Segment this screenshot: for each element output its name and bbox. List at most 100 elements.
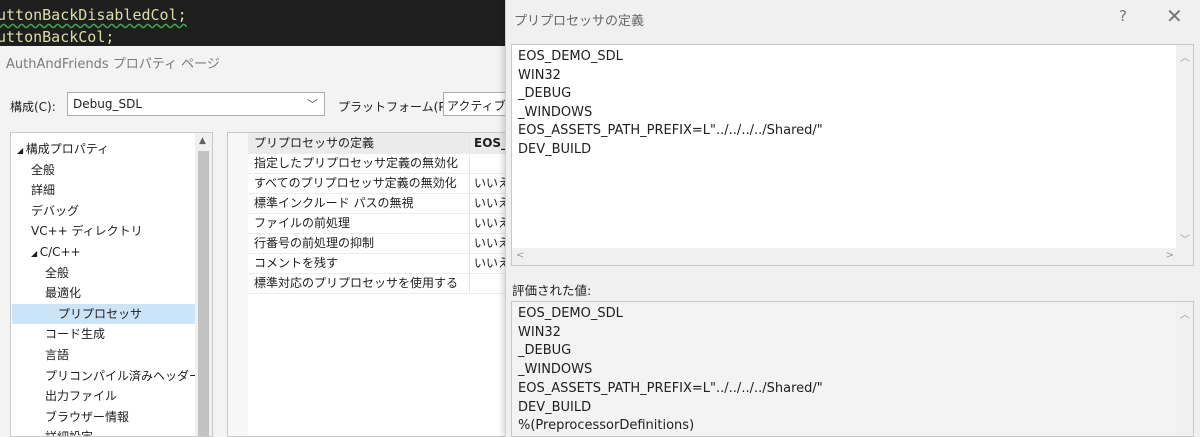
tree-item-label: 言語 <box>45 348 70 362</box>
chevron-right-icon[interactable]: > <box>1166 250 1174 261</box>
definitions-vscrollbar[interactable]: ︿ ﹀ <box>1176 45 1193 250</box>
property-row[interactable]: コメントを残す いいえ <box>248 253 519 274</box>
tree-item[interactable]: プリプロセッサ <box>12 303 212 324</box>
property-row[interactable]: 標準対応のプリプロセッサを使用する <box>248 273 519 294</box>
property-row[interactable]: すべてのプリプロセッサ定義の無効化 いいえ <box>248 173 519 194</box>
scroll-thumb[interactable] <box>198 151 209 436</box>
column-divider <box>469 253 470 273</box>
code-line: uttonBackDisabledCol; <box>0 6 187 24</box>
definition-line: _WINDOWS <box>518 104 593 120</box>
definitions-hscrollbar[interactable]: < > <box>512 248 1178 265</box>
property-name: プリプロセッサの定義 <box>254 136 375 150</box>
definition-line: WIN32 <box>518 324 561 340</box>
definition-line: _DEBUG <box>518 86 572 102</box>
property-name: コメントを残す <box>254 256 339 270</box>
property-row[interactable]: プリプロセッサの定義EOS_DEMO_SDL <box>248 133 519 154</box>
tree-item[interactable]: 詳細設定 <box>45 427 93 436</box>
close-icon[interactable]: ✕ <box>1166 4 1183 28</box>
column-divider <box>469 173 470 193</box>
tree-item-label: ブラウザー情報 <box>45 409 130 424</box>
evaluated-label: 評価された値: <box>512 283 592 298</box>
config-label: 構成(C): <box>10 100 56 114</box>
column-divider <box>469 153 470 173</box>
definition-line: _WINDOWS <box>518 362 593 378</box>
tree-item-label: VC++ ディレクトリ <box>31 224 143 239</box>
tree-item[interactable]: 詳細 <box>31 180 55 200</box>
property-tree[interactable]: 詳細設定 ブラウザー情報出力ファイル プリコンパイル済みヘッダー言語 コード生成 プリプ… <box>10 132 213 437</box>
tree-item-label: 全般 <box>31 162 56 177</box>
scrollbar-corner <box>1176 248 1193 265</box>
expand-arrow-icon[interactable]: ◢ <box>17 146 26 155</box>
tree-item[interactable]: ◢ C/C++ <box>31 242 81 262</box>
evaluated-text: EOS_DEMO_SDL WIN32 _DEBUG _WINDOWS EOS_ASSET… <box>518 305 823 436</box>
column-divider <box>469 213 470 233</box>
preprocessor-dialog: プリプロセッサの定義 ? ✕ EOS_DEMO_SDL WIN32 _DEBUG _W… <box>505 0 1200 437</box>
property-row[interactable]: 指定したプリプロセッサ定義の無効化 <box>248 153 519 174</box>
tree-item[interactable]: 全般 <box>45 263 69 283</box>
property-name: 指定したプリプロセッサ定義の無効化 <box>254 156 459 170</box>
definition-line: DEV_BUILD <box>518 141 592 157</box>
tree-item-label: コード生成 <box>45 327 106 342</box>
tree-item-label: プリプロセッサ <box>58 306 143 321</box>
tree-item-label: 最適化 <box>45 286 82 301</box>
definitions-textarea[interactable]: EOS_DEMO_SDL WIN32 _DEBUG _WINDOWS EOS_ASSET… <box>511 44 1194 266</box>
help-icon[interactable]: ? <box>1119 7 1127 25</box>
property-name: 行番号の前処理の抑制 <box>254 236 375 250</box>
column-divider <box>469 273 470 293</box>
property-row[interactable]: 行番号の前処理の抑制 いいえ <box>248 233 519 254</box>
tree-item[interactable]: ブラウザー情報 <box>45 407 129 427</box>
config-dropdown[interactable]: Debug_SDL ﹀ <box>67 92 325 116</box>
definition-line: DEV_BUILD <box>518 399 592 415</box>
property-pages-window: AuthAndFriends プロパティ ページ 構成(C): Debug_SD… <box>0 46 523 437</box>
tree-item-label: デバッグ <box>31 203 80 218</box>
tree-item-label: 詳細設定 <box>45 430 93 436</box>
tree-item-label: 構成プロパティ <box>25 142 109 156</box>
column-divider <box>469 233 470 253</box>
platform-label: プラットフォーム(P): <box>338 100 455 114</box>
definitions-text[interactable]: EOS_DEMO_SDL WIN32 _DEBUG _WINDOWS EOS_ASSET… <box>518 48 1173 160</box>
dialog-title: プリプロセッサの定義 <box>514 14 645 29</box>
property-name: 標準インクルード パスの無視 <box>254 196 414 210</box>
scroll-up-icon[interactable]: ▲ <box>199 136 206 146</box>
tree-item[interactable]: 最適化 <box>45 283 81 303</box>
property-name: すべてのプリプロセッサ定義の無効化 <box>254 176 457 190</box>
tree-item[interactable]: コード生成 <box>45 324 105 344</box>
tree-item-label: 詳細 <box>31 183 56 198</box>
tree-item[interactable]: 言語 <box>45 345 69 365</box>
chevron-up-icon[interactable]: ︿ <box>1180 306 1190 321</box>
property-name: 標準対応のプリプロセッサを使用する <box>254 276 459 290</box>
property-row[interactable]: ファイルの前処理 いいえ <box>248 213 519 234</box>
tree-item-label: C/C++ <box>39 245 81 259</box>
definition-line: EOS_ASSETS_PATH_PREFIX=L"../../../../Sha… <box>518 380 823 396</box>
definition-line: EOS_DEMO_SDL <box>518 49 623 64</box>
expand-arrow-icon[interactable]: ◢ <box>31 249 40 258</box>
tree-item-label: プリコンパイル済みヘッダー <box>45 368 202 383</box>
definition-line: EOS_ASSETS_PATH_PREFIX=L"../../../../Sha… <box>518 123 823 139</box>
definition-line: WIN32 <box>518 67 561 83</box>
chevron-left-icon[interactable]: < <box>516 250 524 261</box>
config-value: Debug_SDL <box>73 97 143 111</box>
tree-item[interactable]: デバッグ <box>31 201 79 221</box>
definition-line: %(PreprocessorDefinitions) <box>518 418 695 434</box>
chevron-down-icon: ﹀ <box>307 98 318 111</box>
window-title: AuthAndFriends プロパティ ページ <box>6 57 220 72</box>
evaluated-vscrollbar[interactable]: ︿ <box>1176 302 1193 436</box>
column-divider <box>469 193 470 213</box>
column-divider <box>469 133 470 153</box>
tree-item[interactable]: VC++ ディレクトリ <box>31 221 143 241</box>
tree-item[interactable]: プリコンパイル済みヘッダー <box>45 366 201 386</box>
property-name: ファイルの前処理 <box>254 216 351 230</box>
grid-gutter <box>228 133 248 436</box>
code-line: uttonBackCol; <box>0 28 115 46</box>
tree-item[interactable]: ◢ 構成プロパティ <box>17 139 109 159</box>
code-editor[interactable]: uttonBackDisabledCol; uttonBackCol; <box>0 0 520 46</box>
chevron-down-icon[interactable]: ﹀ <box>1180 231 1190 246</box>
tree-scrollbar[interactable]: ▲ <box>195 133 212 436</box>
property-grid[interactable]: プリプロセッサの定義EOS_DEMO_SDL 指定したプリプロセッサ定義の無効化す… <box>227 132 520 437</box>
tree-item-label: 全般 <box>45 265 70 280</box>
property-row[interactable]: 標準インクルード パスの無視 いいえ <box>248 193 519 214</box>
chevron-up-icon[interactable]: ︿ <box>1180 49 1190 64</box>
tree-item[interactable]: 全般 <box>31 160 55 180</box>
tree-item[interactable]: 出力ファイル <box>45 386 117 406</box>
tree-item-label: 出力ファイル <box>45 389 118 404</box>
